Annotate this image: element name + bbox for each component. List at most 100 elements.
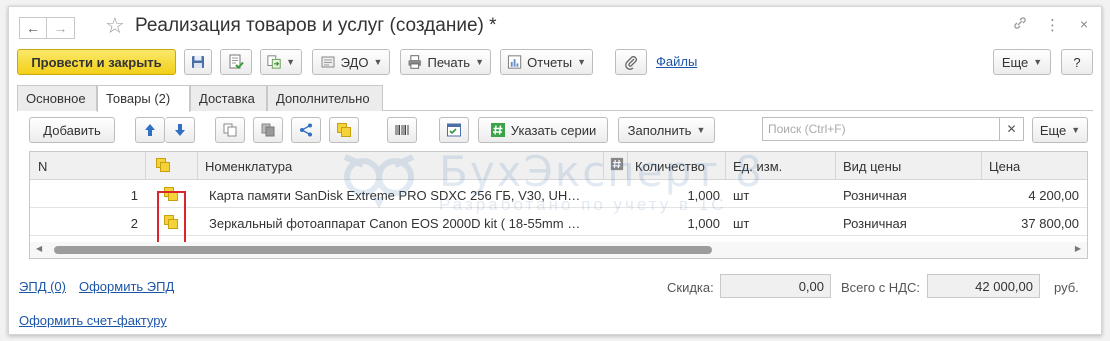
- scroll-left-icon[interactable]: ◀: [36, 244, 42, 253]
- column-header-price-type[interactable]: Вид цены: [843, 152, 973, 179]
- specify-series-label: Указать серии: [510, 122, 597, 138]
- post-and-close-button[interactable]: Провести и закрыть: [17, 49, 176, 75]
- tab-label: Основное: [26, 91, 86, 106]
- total-field: 42 000,00: [927, 274, 1040, 298]
- highlight-box: [157, 191, 186, 246]
- item-price-type[interactable]: Розничная: [843, 209, 973, 235]
- clear-search-button[interactable]: ✕: [1000, 117, 1024, 141]
- floppy-disk-icon: [192, 56, 204, 68]
- post-button[interactable]: [220, 49, 252, 75]
- forward-button[interactable]: →: [47, 17, 75, 39]
- chevron-down-icon: ▼: [1033, 57, 1043, 67]
- chevron-down-icon: ▼: [475, 57, 484, 67]
- item-price[interactable]: 37 800,00: [981, 209, 1079, 235]
- fill-button[interactable]: Заполнить ▼: [618, 117, 715, 143]
- arrow-up-icon: [145, 124, 155, 136]
- total-label: Всего с НДС:: [841, 280, 921, 295]
- help-label: ?: [1073, 54, 1081, 70]
- add-label: Добавить: [43, 122, 101, 138]
- add-row-button[interactable]: Добавить: [29, 117, 115, 143]
- barcode-button[interactable]: [387, 117, 417, 143]
- edo-label: ЭДО: [340, 54, 369, 70]
- back-button[interactable]: ←: [19, 17, 47, 39]
- horizontal-scrollbar[interactable]: ◀ ▶: [30, 242, 1087, 258]
- window-controls: ⋮ ×: [1013, 16, 1091, 34]
- title-bar: ← → ☆ Реализация товаров и услуг (создан…: [9, 7, 1101, 43]
- help-button[interactable]: ?: [1061, 49, 1093, 75]
- table-header: N Номенклатура Количество Ед. изм. Вид ц…: [30, 152, 1087, 180]
- item-price[interactable]: 4 200,00: [981, 181, 1079, 207]
- edo-button[interactable]: ЭДО ▼: [312, 49, 390, 75]
- make-epd-link[interactable]: Оформить ЭПД: [79, 279, 174, 294]
- print-label: Печать: [427, 54, 471, 70]
- link-icon[interactable]: [1013, 16, 1027, 34]
- tab-delivery[interactable]: Доставка: [190, 85, 267, 111]
- share-button[interactable]: [291, 117, 321, 143]
- column-header-n[interactable]: N: [38, 152, 118, 179]
- folder-yellow-icon: [337, 123, 351, 137]
- barcode-icon: [395, 125, 409, 135]
- item-name[interactable]: Зеркальный фотоаппарат Canon EOS 2000D k…: [209, 209, 599, 235]
- move-up-button[interactable]: [135, 117, 165, 143]
- select-item-button[interactable]: [329, 117, 359, 143]
- table-row[interactable]: 1 Карта памяти SanDisk Extreme PRO SDXC …: [30, 181, 1087, 208]
- chevron-down-icon: ▼: [373, 57, 383, 67]
- scroll-right-icon[interactable]: ▶: [1075, 244, 1081, 253]
- item-unit[interactable]: шт: [733, 181, 828, 207]
- post-document-icon: [229, 54, 244, 69]
- create-based-on-icon: [267, 55, 281, 69]
- currency-label: руб.: [1054, 280, 1079, 295]
- item-quantity[interactable]: 1,000: [627, 209, 720, 235]
- item-name[interactable]: Карта памяти SanDisk Extreme PRO SDXC 25…: [209, 181, 599, 207]
- goods-table: N Номенклатура Количество Ед. изм. Вид ц…: [29, 151, 1088, 259]
- column-header-unit[interactable]: Ед. изм.: [733, 152, 828, 179]
- nav-group: ← →: [19, 17, 75, 39]
- move-down-button[interactable]: [165, 117, 195, 143]
- series-hash-icon: [610, 157, 624, 171]
- attach-files-button[interactable]: [615, 49, 647, 75]
- table-row[interactable]: 2 Зеркальный фотоаппарат Canon EOS 2000D…: [30, 209, 1087, 236]
- check-button[interactable]: [439, 117, 469, 143]
- table-more-button[interactable]: Еще ▼: [1032, 117, 1088, 143]
- edo-icon: [321, 56, 335, 68]
- column-header-price[interactable]: Цена: [989, 152, 1079, 179]
- close-icon[interactable]: ×: [1077, 16, 1091, 34]
- delete-row-button[interactable]: [253, 117, 283, 143]
- search-input[interactable]: Поиск (Ctrl+F): [762, 117, 1000, 141]
- close-icon: ✕: [1006, 122, 1017, 136]
- tab-label: Дополнительно: [276, 91, 370, 106]
- table-toolbar: Добавить Указать серии Заполнить ▼ Поиск…: [29, 117, 1088, 143]
- copy-row-button[interactable]: [215, 117, 245, 143]
- series-hash-icon: [490, 123, 505, 137]
- discount-label: Скидка:: [667, 280, 714, 295]
- document-window: ← → ☆ Реализация товаров и услуг (создан…: [8, 6, 1102, 335]
- page-title: Реализация товаров и услуг (создание) *: [135, 15, 497, 36]
- specify-series-button[interactable]: Указать серии: [478, 117, 608, 143]
- column-header-item[interactable]: Номенклатура: [205, 152, 595, 179]
- item-price-type[interactable]: Розничная: [843, 181, 973, 207]
- tab-goods[interactable]: Товары (2): [97, 85, 190, 112]
- column-header-qty[interactable]: Количество: [635, 152, 725, 179]
- epd-link[interactable]: ЭПД (0): [19, 279, 66, 294]
- reports-button[interactable]: Отчеты ▼: [500, 49, 593, 75]
- save-button[interactable]: [184, 49, 212, 75]
- main-toolbar: Провести и закрыть ▼ ЭДО ▼ Печать ▼ Отче…: [17, 49, 1093, 77]
- item-quantity[interactable]: 1,000: [627, 181, 720, 207]
- share-icon: [300, 123, 312, 137]
- make-invoice-link[interactable]: Оформить счет-фактуру: [19, 313, 167, 328]
- item-unit[interactable]: шт: [733, 209, 828, 235]
- more-vertical-icon[interactable]: ⋮: [1045, 16, 1060, 34]
- favorite-star-icon[interactable]: ☆: [105, 14, 125, 38]
- more-button[interactable]: Еще ▼: [993, 49, 1051, 75]
- paperclip-icon: [625, 56, 637, 70]
- tab-label: Товары (2): [106, 91, 171, 106]
- reports-icon: [507, 55, 522, 69]
- scrollbar-thumb[interactable]: [54, 246, 712, 254]
- files-link[interactable]: Файлы: [656, 54, 697, 69]
- row-number: 2: [130, 216, 138, 231]
- tab-additional[interactable]: Дополнительно: [267, 85, 383, 111]
- print-button[interactable]: Печать ▼: [400, 49, 491, 75]
- tab-main[interactable]: Основное: [17, 85, 97, 111]
- create-based-on-button[interactable]: ▼: [260, 49, 302, 75]
- arrow-right-icon: →: [53, 20, 68, 36]
